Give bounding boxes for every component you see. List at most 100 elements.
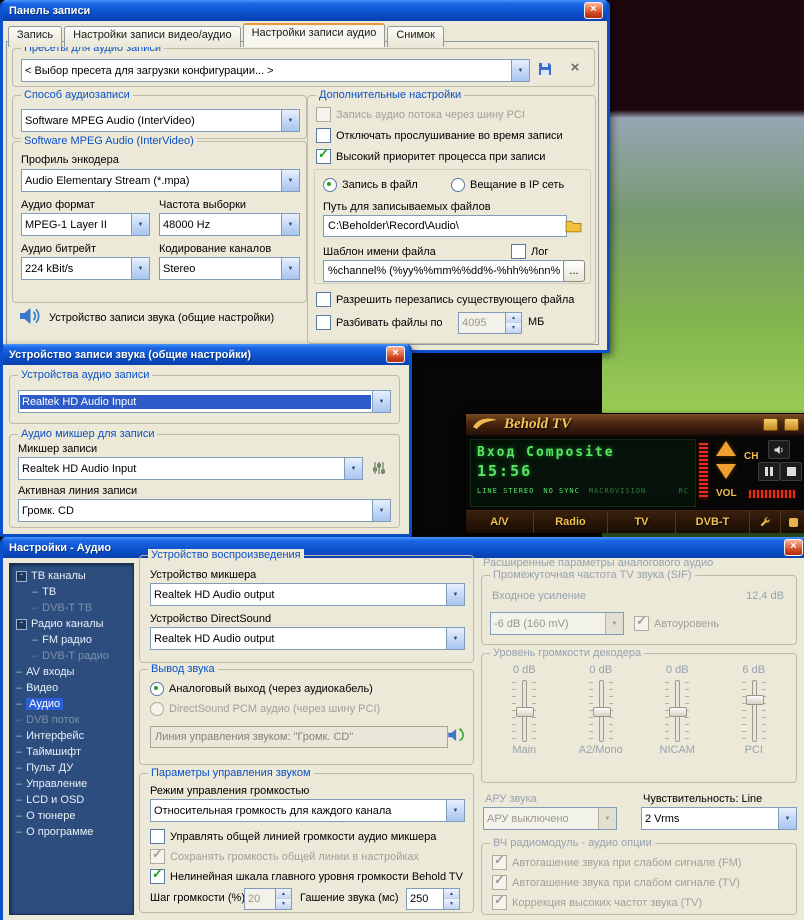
sidebar-item-tv[interactable]: ТВ bbox=[10, 584, 133, 600]
sound-device-link[interactable]: Устройство записи звука (общие настройки… bbox=[17, 304, 274, 331]
close-icon[interactable] bbox=[784, 418, 799, 431]
beholdtv-titlebar[interactable]: Behold TV bbox=[466, 414, 804, 436]
channel-down-button[interactable] bbox=[716, 464, 736, 479]
volume-mode-combo[interactable]: Относительная громкость для каждого кана… bbox=[150, 799, 465, 822]
tree-collapse-icon[interactable] bbox=[16, 571, 27, 582]
sidebar-item-dvbt-radio[interactable]: DVB-T радио bbox=[10, 648, 133, 664]
template-more-button[interactable]: ... bbox=[563, 260, 585, 282]
active-line-combo[interactable]: Громк. CD bbox=[18, 499, 391, 522]
radio-ip-broadcast[interactable]: Вещание в IP сеть bbox=[451, 178, 564, 192]
sif-level-combo[interactable]: -6 dB (160 mV) bbox=[490, 612, 624, 635]
radio-directsound-pcm[interactable]: DirectSound PCM аудио (через шину PCI) bbox=[150, 702, 380, 716]
sidebar-item-about-program[interactable]: О программе bbox=[10, 824, 133, 840]
checkbox-pci-stream[interactable]: Запись аудио потока через шину PCI bbox=[316, 107, 525, 122]
decoder-slider-main[interactable] bbox=[512, 680, 536, 742]
volume-step-spinner[interactable]: 20 bbox=[244, 888, 292, 910]
spinner-arrows-icon[interactable] bbox=[505, 313, 521, 333]
filename-template-input[interactable]: %channel% (%yy%%mm%%dd%-%hh%%nn% bbox=[323, 260, 567, 282]
sample-rate-combo[interactable]: 48000 Hz bbox=[159, 213, 300, 236]
av-mode-button[interactable]: A/V bbox=[466, 511, 533, 533]
decoder-slider-a2mono[interactable] bbox=[589, 680, 613, 742]
sidebar-item-timeshift[interactable]: Таймшифт bbox=[10, 744, 133, 760]
slider-thumb[interactable] bbox=[669, 707, 687, 717]
split-size-spinner[interactable]: 4095 bbox=[458, 312, 522, 334]
tab-record[interactable]: Запись bbox=[8, 26, 62, 47]
sidebar-item-control[interactable]: Управление bbox=[10, 776, 133, 792]
checkbox-split-files[interactable]: Разбивать файлы по bbox=[316, 315, 443, 330]
sidebar-item-remote[interactable]: Пульт ДУ bbox=[10, 760, 133, 776]
mixer-device-combo[interactable]: Realtek HD Audio output bbox=[150, 583, 465, 606]
radio-record-to-file[interactable]: Запись в файл bbox=[323, 178, 418, 192]
sidebar-item-av-inputs[interactable]: AV входы bbox=[10, 664, 133, 680]
tree-collapse-icon[interactable] bbox=[16, 619, 27, 630]
agc-combo[interactable]: АРУ выключено bbox=[483, 807, 617, 830]
checkbox-log[interactable]: Лог bbox=[511, 244, 548, 259]
sidebar-item-fm-radio[interactable]: FM радио bbox=[10, 632, 133, 648]
audio-format-combo[interactable]: MPEG-1 Layer II bbox=[21, 213, 150, 236]
checkbox-hf-correction-tv[interactable]: Коррекция высоких частот звука (TV) bbox=[492, 895, 702, 910]
close-icon[interactable]: × bbox=[584, 2, 603, 19]
radio-mode-button[interactable]: Radio bbox=[533, 511, 607, 533]
mute-button[interactable] bbox=[768, 440, 790, 459]
volume-line-icon[interactable] bbox=[444, 724, 466, 746]
sidebar-item-audio[interactable]: Аудио bbox=[10, 696, 133, 712]
preset-combo[interactable]: < Выбор пресета для загрузки конфигураци… bbox=[21, 59, 530, 82]
sidebar-item-tv-channels[interactable]: ТВ каналы bbox=[10, 568, 133, 584]
slider-thumb[interactable] bbox=[516, 707, 534, 717]
delete-preset-icon[interactable]: × bbox=[565, 57, 585, 77]
decoder-slider-nicam[interactable] bbox=[665, 680, 689, 742]
tab-snapshot[interactable]: Снимок bbox=[387, 26, 444, 47]
stop-button[interactable] bbox=[780, 462, 802, 481]
encoder-profile-combo[interactable]: Audio Elementary Stream (*.mpa) bbox=[21, 169, 300, 192]
close-icon[interactable]: × bbox=[784, 539, 803, 556]
spinner-arrows-icon[interactable] bbox=[275, 889, 291, 909]
record-device-combo[interactable]: Realtek HD Audio Input bbox=[18, 390, 391, 413]
mixer-settings-icon[interactable] bbox=[367, 457, 391, 479]
tab-video-audio-settings[interactable]: Настройки записи видео/аудио bbox=[64, 26, 240, 47]
checkbox-automute-fm[interactable]: Автогашение звука при слабом сигнале (FM… bbox=[492, 855, 742, 870]
sound-device-titlebar[interactable]: Устройство записи звука (общие настройки… bbox=[3, 344, 409, 365]
sensitivity-combo[interactable]: 2 Vrms bbox=[641, 807, 797, 830]
sidebar-item-radio-channels[interactable]: Радио каналы bbox=[10, 616, 133, 632]
record-path-input[interactable]: C:\Beholder\Record\Audio\ bbox=[323, 215, 567, 237]
record-mixer-combo[interactable]: Realtek HD Audio Input bbox=[18, 457, 363, 480]
record-method-combo[interactable]: Software MPEG Audio (InterVideo) bbox=[21, 109, 300, 132]
sidebar-item-dvbt-tv[interactable]: DVB-T ТВ bbox=[10, 600, 133, 616]
settings-wrench-icon[interactable] bbox=[749, 511, 780, 533]
recording-panel-titlebar[interactable]: Панель записи × bbox=[3, 0, 607, 21]
checkbox-autolevel[interactable]: Автоуровень bbox=[634, 616, 719, 631]
checkbox-save-master-volume[interactable]: Сохранять громкость общей линии в настро… bbox=[150, 849, 419, 864]
sidebar-item-video[interactable]: Видео bbox=[10, 680, 133, 696]
sidebar-item-about-tuner[interactable]: О тюнере bbox=[10, 808, 133, 824]
checkbox-overwrite[interactable]: Разрешить перезапись существующего файла bbox=[316, 292, 574, 307]
pause-button[interactable] bbox=[758, 462, 780, 481]
save-preset-icon[interactable] bbox=[535, 59, 555, 79]
checkbox-automute-tv[interactable]: Автогашение звука при слабом сигнале (TV… bbox=[492, 875, 740, 890]
checkbox-high-priority[interactable]: Высокий приоритет процесса при записи bbox=[316, 149, 545, 164]
tv-mode-button[interactable]: TV bbox=[607, 511, 675, 533]
channel-up-button[interactable] bbox=[716, 441, 736, 456]
spinner-arrows-icon[interactable] bbox=[443, 889, 459, 909]
radio-analog-output[interactable]: Аналоговый выход (через аудиокабель) bbox=[150, 682, 373, 696]
checkbox-disable-listening[interactable]: Отключать прослушивание во время записи bbox=[316, 128, 563, 143]
checkbox-nonlinear-scale[interactable]: Нелинейная шкала главного уровня громкос… bbox=[150, 869, 463, 884]
sidebar-item-lcd-osd[interactable]: LCD и OSD bbox=[10, 792, 133, 808]
minimize-icon[interactable] bbox=[763, 418, 778, 431]
checkbox-master-line[interactable]: Управлять общей линией громкости аудио м… bbox=[150, 829, 436, 844]
checkbox-label: Отключать прослушивание во время записи bbox=[336, 130, 563, 142]
sidebar-item-interface[interactable]: Интерфейс bbox=[10, 728, 133, 744]
decoder-slider-pci[interactable] bbox=[742, 680, 766, 742]
tab-audio-settings[interactable]: Настройки записи аудио bbox=[243, 23, 386, 47]
dvbt-mode-button[interactable]: DVB-T bbox=[675, 511, 749, 533]
volume-bar[interactable] bbox=[748, 489, 796, 499]
browse-folder-icon[interactable] bbox=[563, 215, 583, 235]
sidebar-item-dvb-stream[interactable]: DVB поток bbox=[10, 712, 133, 728]
tools-button[interactable] bbox=[780, 511, 804, 533]
slider-thumb[interactable] bbox=[593, 707, 611, 717]
channel-coding-combo[interactable]: Stereo bbox=[159, 257, 300, 280]
directsound-device-combo[interactable]: Realtek HD Audio output bbox=[150, 627, 465, 650]
slider-thumb[interactable] bbox=[746, 695, 764, 705]
mute-delay-spinner[interactable]: 250 bbox=[406, 888, 460, 910]
bitrate-combo[interactable]: 224 kBit/s bbox=[21, 257, 150, 280]
close-icon[interactable]: × bbox=[386, 346, 405, 363]
